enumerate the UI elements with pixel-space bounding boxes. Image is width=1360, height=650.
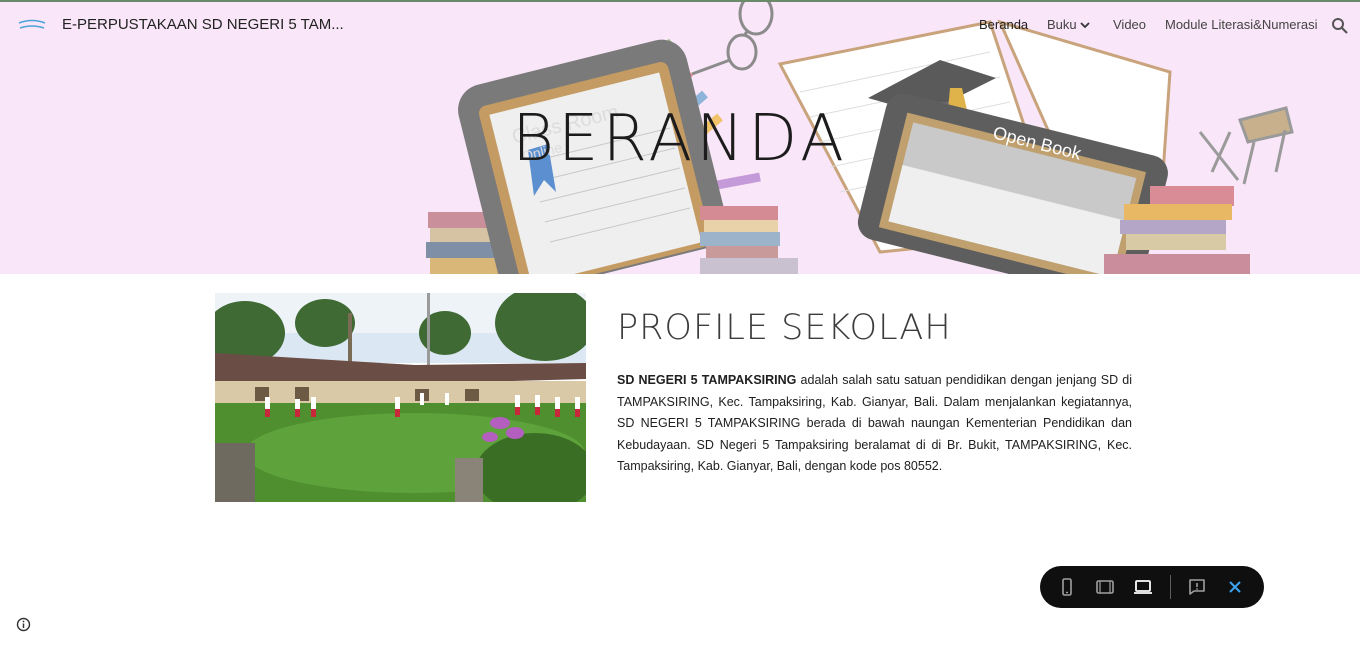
tablet-view-icon[interactable] bbox=[1095, 577, 1115, 597]
phone-view-icon[interactable] bbox=[1057, 577, 1077, 597]
laptop-view-icon[interactable] bbox=[1133, 577, 1153, 597]
hero-title: BERANDA bbox=[512, 102, 848, 176]
view-mode-toolbar bbox=[1040, 566, 1264, 608]
school-name: SD NEGERI 5 TAMPAKSIRING bbox=[617, 373, 797, 387]
section-title: PROFILE SEKOLAH bbox=[617, 308, 952, 348]
nav-buku[interactable]: Buku bbox=[1047, 17, 1077, 32]
chevron-down-icon[interactable] bbox=[1079, 20, 1091, 30]
nav-video[interactable]: Video bbox=[1113, 17, 1146, 32]
site-header: E-PERPUSTAKAAN SD NEGERI 5 TAM... Berand… bbox=[0, 2, 1360, 48]
school-photo bbox=[215, 293, 586, 502]
report-abuse-icon[interactable] bbox=[1187, 577, 1207, 597]
site-title[interactable]: E-PERPUSTAKAAN SD NEGERI 5 TAM... bbox=[62, 16, 344, 33]
nav-module-literasi-numerasi[interactable]: Module Literasi&Numerasi bbox=[1165, 17, 1317, 32]
close-icon[interactable] bbox=[1225, 577, 1245, 597]
profile-description: SD NEGERI 5 TAMPAKSIRING adalah salah sa… bbox=[617, 370, 1132, 478]
profile-body-text: adalah salah satu satuan pendidikan deng… bbox=[617, 373, 1132, 473]
nav-beranda[interactable]: Beranda bbox=[979, 17, 1028, 32]
school-logo-icon[interactable] bbox=[18, 18, 46, 32]
search-icon[interactable] bbox=[1331, 17, 1349, 35]
info-icon[interactable] bbox=[16, 617, 31, 632]
toolbar-divider bbox=[1170, 575, 1171, 599]
